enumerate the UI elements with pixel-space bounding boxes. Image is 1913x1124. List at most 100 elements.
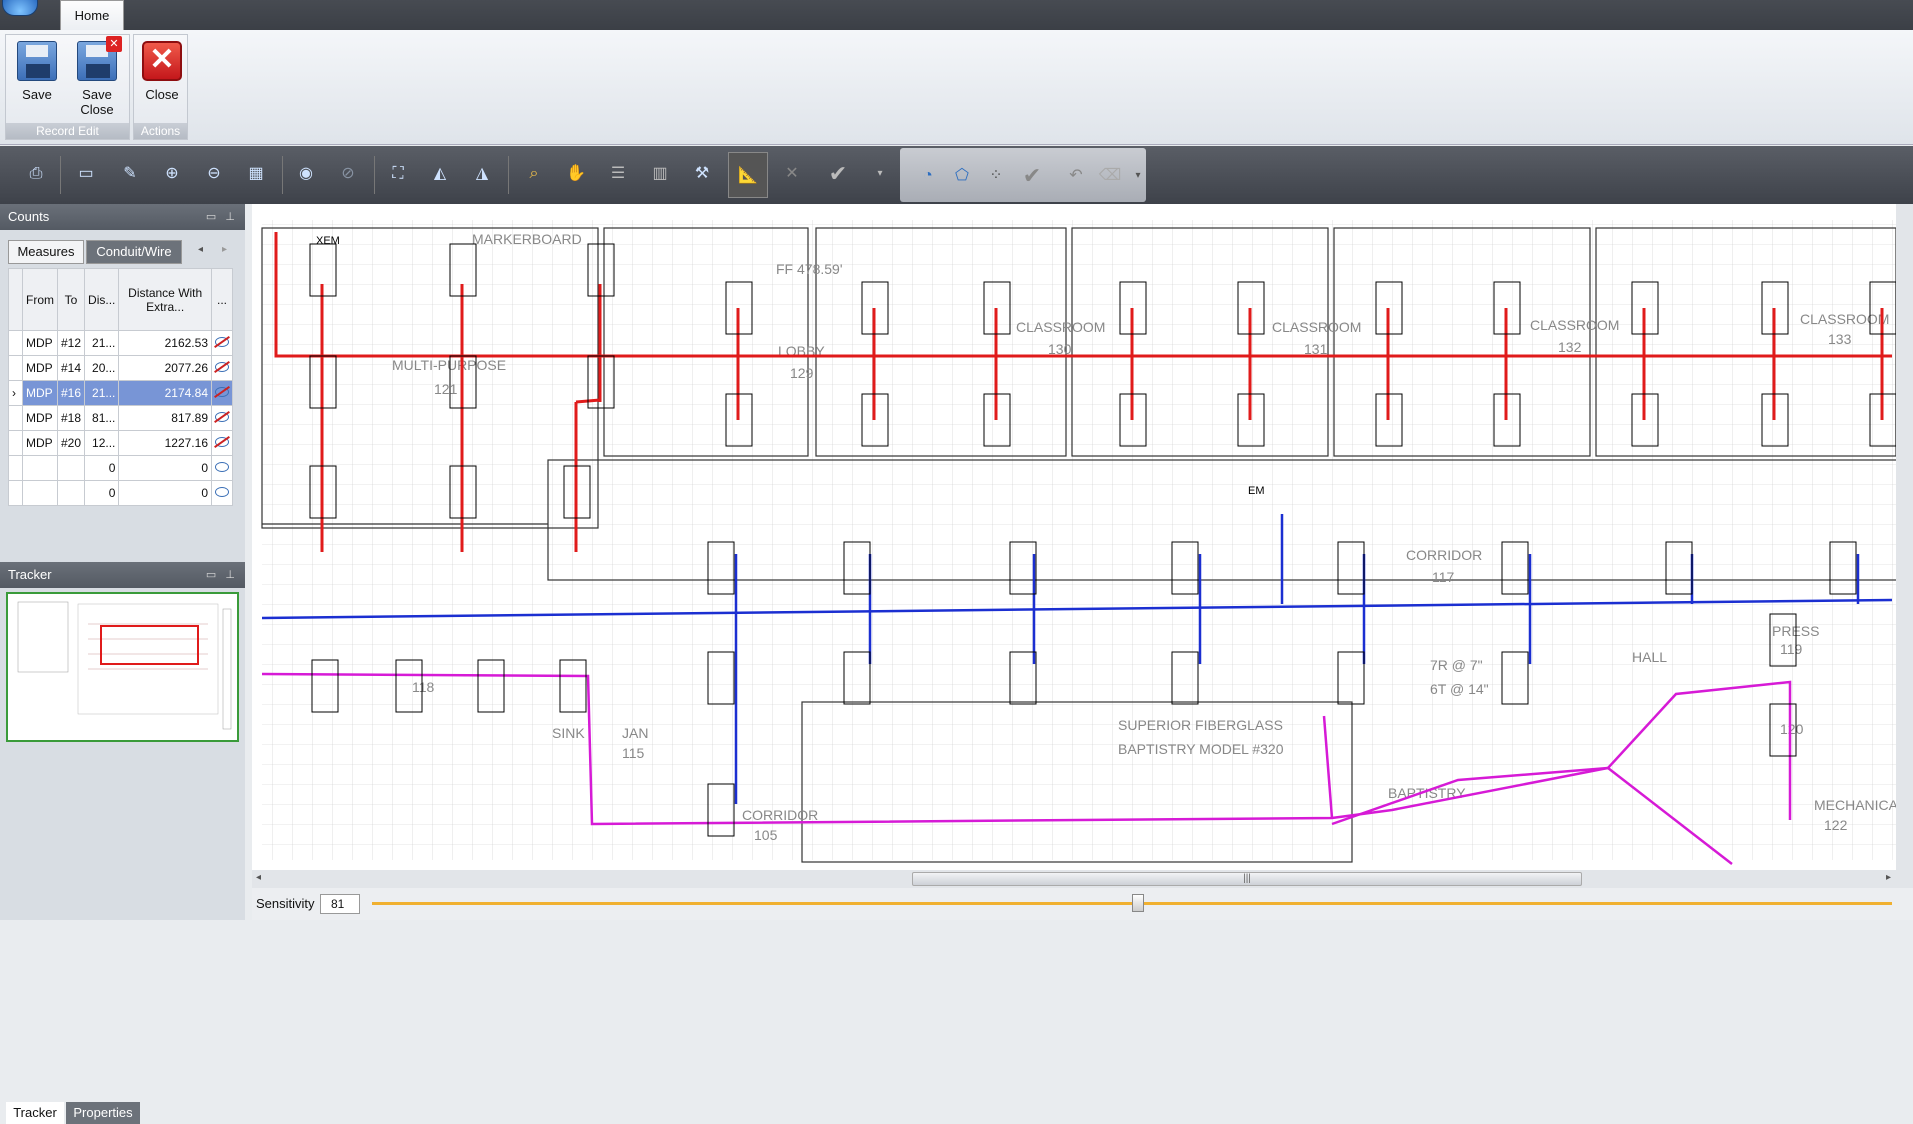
row-marker	[8, 355, 23, 381]
zoom-icon[interactable]: ⌕	[522, 162, 546, 186]
mirror-icon[interactable]: ◮	[470, 162, 494, 186]
cell-to: #20	[56, 430, 86, 456]
grid-icon[interactable]: ▦	[244, 162, 268, 186]
table-row[interactable]: MDP #14 20... 2077.26	[8, 355, 233, 381]
room-number: 121	[434, 381, 458, 397]
flip-icon[interactable]: ◭	[428, 162, 452, 186]
tab-conduit-wire[interactable]: Conduit/Wire	[86, 240, 182, 264]
row-marker	[8, 430, 23, 456]
tab-tracker[interactable]: Tracker	[6, 1102, 64, 1124]
pin-icon[interactable]: ▭ ⊥	[206, 204, 235, 230]
ribbon-group-record-edit: Save ✕ Save Close Record Edit	[5, 34, 130, 140]
cell-extra: 2162.53	[118, 330, 212, 356]
polygon-icon[interactable]: ⬠	[950, 164, 974, 188]
column-header-from[interactable]: From	[22, 268, 58, 331]
eraser-icon[interactable]: ⌫	[1098, 164, 1122, 188]
table-row[interactable]: MDP #12 21... 2162.53	[8, 330, 233, 356]
chevron-left-icon[interactable]: ◂	[198, 244, 203, 255]
eye-icon[interactable]	[215, 487, 229, 497]
cell-dis: 21...	[84, 330, 120, 356]
room-number: 122	[1824, 817, 1848, 833]
table-row[interactable]: › MDP #16 21... 2174.84	[8, 380, 233, 406]
tools-icon[interactable]: ⚒	[690, 162, 714, 186]
room-label: MECHANICAL	[1814, 797, 1906, 813]
sensitivity-input[interactable]: 81	[320, 894, 360, 914]
visibility-cell	[211, 430, 233, 456]
dropdown-icon[interactable]: ▾	[1132, 164, 1144, 188]
toolbar-separator	[374, 156, 375, 194]
cell-from: MDP	[22, 405, 58, 431]
eye-off-icon[interactable]	[215, 387, 229, 397]
viewport-rect[interactable]	[100, 625, 199, 665]
group-icon[interactable]: ⁘	[984, 164, 1008, 188]
pin-icon[interactable]: ▭ ⊥	[206, 562, 235, 588]
app-menu-button[interactable]	[2, 0, 38, 16]
tab-properties[interactable]: Properties	[66, 1102, 140, 1124]
tracker-thumbnail[interactable]	[6, 592, 239, 742]
tab-measures[interactable]: Measures	[8, 240, 84, 264]
row-marker	[8, 330, 23, 356]
room-number: 117	[1432, 569, 1455, 585]
add-page-icon[interactable]: ⊕	[160, 162, 184, 186]
save-button[interactable]: Save	[9, 41, 65, 111]
edit-icon[interactable]: ✎	[118, 162, 142, 186]
cell-extra: 2077.26	[118, 355, 212, 381]
table-row[interactable]: 00	[8, 455, 233, 481]
drawing-canvas[interactable]: MULTI-PURPOSE 121 LOBBY 129 FF 478.59' C…	[252, 204, 1913, 870]
eye-off-icon[interactable]	[215, 362, 229, 372]
vertical-scrollbar[interactable]	[1896, 204, 1913, 870]
row-marker: ›	[8, 380, 23, 406]
fixture-label: SUPERIOR FIBERGLASS	[1118, 717, 1283, 733]
ruler-icon[interactable]: 📐	[728, 152, 768, 198]
ribbon-group-label: Record Edit	[6, 123, 129, 139]
close-button[interactable]: ✕ Close	[134, 41, 190, 111]
eye-icon[interactable]: ◉	[294, 162, 318, 186]
chevron-right-icon[interactable]: ▸	[222, 244, 227, 255]
eye-off-icon[interactable]	[215, 337, 229, 347]
check-icon[interactable]: ✔	[1020, 164, 1044, 188]
cell-from	[22, 455, 58, 481]
eye-off-icon[interactable]: ⊘	[336, 162, 360, 186]
toolbar-separator	[60, 156, 61, 194]
scroll-left-icon[interactable]: ◂	[256, 872, 261, 883]
column-header-to[interactable]: To	[56, 268, 86, 331]
cancel-icon[interactable]: ✕	[780, 162, 804, 186]
page-icon[interactable]: ▭	[74, 162, 98, 186]
column-header-more[interactable]: ...	[211, 268, 233, 331]
cell-extra: 2174.84	[118, 380, 212, 406]
save-close-button[interactable]: ✕ Save Close	[64, 36, 130, 117]
room-label: JAN	[622, 725, 648, 741]
eye-off-icon[interactable]	[215, 412, 229, 422]
print-icon[interactable]: ⎙	[24, 162, 48, 186]
fixture-label: BAPTISTRY MODEL #320	[1118, 741, 1284, 757]
shapes-icon[interactable]: ◔	[916, 164, 940, 188]
sensitivity-slider-handle[interactable]	[1132, 894, 1144, 912]
list-icon[interactable]: ☰	[606, 162, 630, 186]
tab-home[interactable]: Home	[60, 0, 124, 30]
scroll-thumb[interactable]: |||	[912, 872, 1582, 886]
table-row[interactable]: MDP #20 12... 1227.16	[8, 430, 233, 456]
ribbon-group-actions: ✕ Close Actions	[133, 34, 188, 140]
zoom-fit-icon[interactable]: ⛶	[386, 162, 410, 186]
counts-tabs: Measures Conduit/Wire ◂ ▸	[8, 240, 238, 264]
bottom-tabs: Tracker Properties	[0, 1102, 245, 1124]
sensitivity-bar: Sensitivity 81	[252, 888, 1913, 920]
table-row[interactable]: MDP #18 81... 817.89	[8, 405, 233, 431]
undo-icon[interactable]: ↶	[1064, 164, 1088, 188]
fixture-label: SINK	[552, 725, 585, 741]
room-label: CORRIDOR	[742, 807, 818, 823]
column-header-distance-extra[interactable]: Distance With Extra...	[118, 268, 212, 331]
row-marker	[8, 455, 23, 481]
column-header-distance[interactable]: Dis...	[84, 268, 120, 331]
delete-page-icon[interactable]: ⊖	[202, 162, 226, 186]
eye-icon[interactable]	[215, 462, 229, 472]
scroll-right-icon[interactable]: ▸	[1886, 872, 1891, 883]
horizontal-scrollbar[interactable]: ◂ ||| ▸	[252, 870, 1913, 888]
pan-icon[interactable]: ✋	[564, 162, 588, 186]
check-icon[interactable]: ✔	[826, 162, 850, 186]
room-label: CLASSROOM	[1016, 319, 1105, 335]
dropdown-icon[interactable]: ▾	[874, 162, 886, 186]
table-row[interactable]: 00	[8, 480, 233, 506]
table-icon[interactable]: ▥	[648, 162, 672, 186]
eye-off-icon[interactable]	[215, 437, 229, 447]
